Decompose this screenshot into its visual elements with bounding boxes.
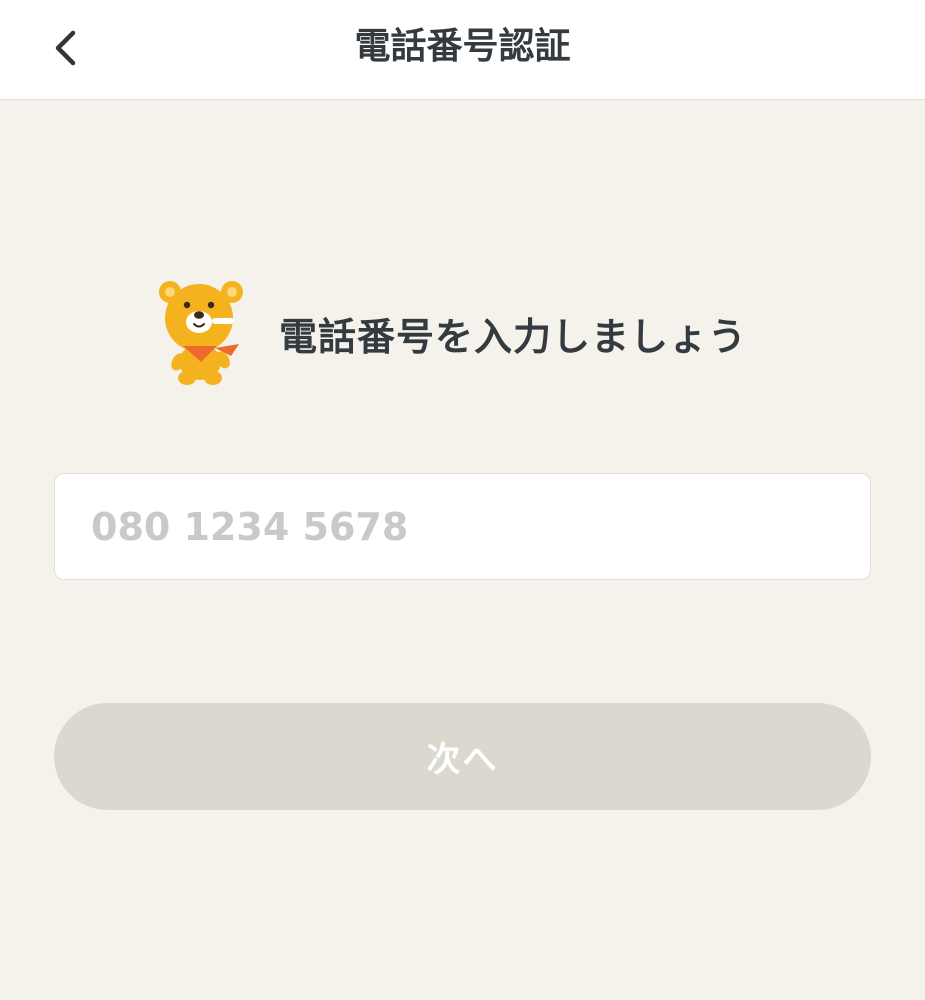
intro-heading: 電話番号を入力しましょう — [279, 314, 748, 359]
page-title: 電話番号認証 — [354, 26, 571, 67]
next-button[interactable]: 次へ — [54, 703, 871, 810]
phone-number-input[interactable] — [54, 473, 871, 580]
intro-section: 電話番号を入力しましょう — [155, 278, 747, 388]
header-bar: 電話番号認証 — [0, 0, 925, 100]
bear-mascot-icon — [159, 281, 243, 385]
